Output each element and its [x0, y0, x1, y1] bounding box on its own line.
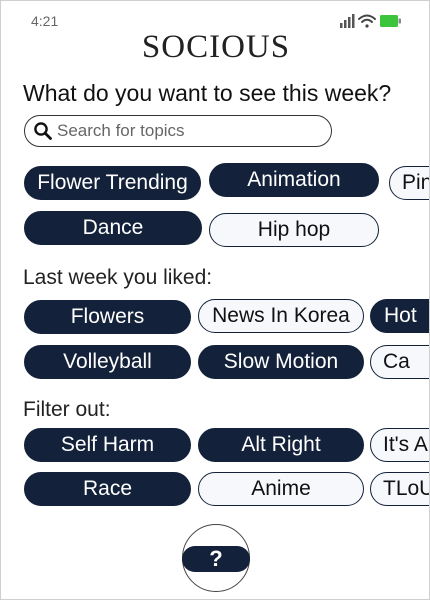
topic-chip-hip-hop[interactable]: Hip hop — [209, 213, 379, 247]
prompt-question: What do you want to see this week? — [23, 80, 392, 106]
liked-chip-ca[interactable]: Ca — [370, 345, 429, 379]
filter-chip-anime[interactable]: Anime — [198, 472, 364, 506]
filter-chip-its-a[interactable]: It's A — [370, 428, 429, 462]
liked-chip-flowers[interactable]: Flowers — [24, 300, 191, 334]
topic-chip-animation[interactable]: Animation — [209, 163, 379, 197]
app-title: SOCIOUS — [141, 29, 291, 65]
battery-icon — [380, 15, 401, 27]
status-icons — [340, 14, 401, 28]
search-icon — [34, 122, 52, 140]
filter-chip-alt-right[interactable]: Alt Right — [198, 428, 364, 462]
search-bar[interactable] — [24, 115, 332, 147]
phone-screen: 4:21 SOCIOUS What do you want to see thi… — [0, 0, 430, 600]
help-button[interactable]: ? — [182, 524, 250, 592]
topic-chip-pin[interactable]: Pin — [389, 166, 429, 200]
filter-chip-race[interactable]: Race — [24, 472, 191, 506]
signal-icon — [340, 14, 355, 28]
status-time: 4:21 — [31, 13, 59, 29]
filter-chip-self-harm[interactable]: Self Harm — [24, 428, 191, 462]
liked-chip-volleyball[interactable]: Volleyball — [24, 345, 191, 379]
topic-chip-dance[interactable]: Dance — [24, 211, 202, 245]
filter-chip-tlou[interactable]: TLoU — [370, 472, 429, 506]
liked-chip-news-in-korea[interactable]: News In Korea — [198, 299, 364, 333]
liked-chip-hot[interactable]: Hot — [370, 299, 429, 333]
topic-chip-flower-trending[interactable]: Flower Trending — [24, 166, 201, 200]
filter-section-title: Filter out: — [23, 398, 111, 421]
liked-chip-slow-motion[interactable]: Slow Motion — [198, 345, 364, 379]
liked-section-title: Last week you liked: — [23, 266, 213, 289]
wifi-icon — [358, 14, 376, 28]
help-button-label: ? — [182, 546, 250, 572]
search-input[interactable] — [57, 121, 307, 141]
